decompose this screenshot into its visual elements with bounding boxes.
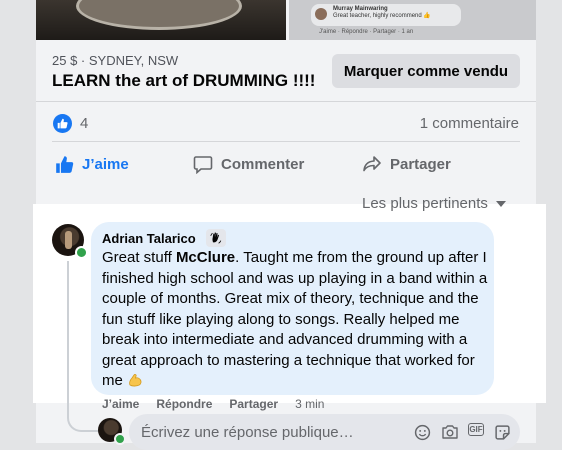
comment-body: Great stuff McClure. Taught me from the … (102, 248, 488, 392)
listing-price-location: 25 $ · SYDNEY, NSW (52, 53, 179, 68)
preview-avatar (315, 8, 327, 20)
comment-timestamp[interactable]: 3 min (295, 397, 324, 411)
thread-line (67, 261, 69, 416)
like-count[interactable]: 4 (80, 115, 88, 132)
sort-comments-dropdown[interactable]: Les plus pertinents (362, 195, 506, 212)
comment-share-button[interactable]: Partager (229, 397, 278, 411)
gif-icon[interactable]: GIF (468, 423, 484, 436)
comment-mention[interactable]: McClure (176, 249, 235, 266)
reply-placeholder: Écrivez une réponse publique… (141, 423, 354, 441)
like-label: J’aime (82, 155, 129, 173)
online-status-dot (75, 246, 88, 259)
share-label: Partager (390, 155, 451, 173)
like-reaction-icon[interactable] (53, 114, 72, 133)
comment-like-button[interactable]: J’aime (102, 397, 139, 411)
mark-as-sold-button[interactable]: Marquer comme vendu (332, 54, 520, 88)
reply-avatar[interactable] (98, 418, 126, 445)
comment-actions: J’aime Répondre Partager 3 min (102, 397, 341, 411)
preview-comment: Murray Mainwaring Great teacher, highly … (311, 4, 461, 26)
comment-bubble: Adrian Talarico Great stuff McClure. Tau… (91, 222, 494, 395)
comment-label: Commenter (221, 155, 305, 173)
comment-text-rest: . Taught me from the ground up after I f… (102, 249, 488, 389)
divider (52, 141, 520, 142)
share-icon (363, 155, 381, 171)
comment-icon (193, 155, 213, 174)
comment-button[interactable]: Commenter (193, 152, 304, 176)
listing-photos[interactable]: Murray Mainwaring Great teacher, highly … (36, 0, 536, 40)
listing-photo-screenshot[interactable]: Murray Mainwaring Great teacher, highly … (289, 0, 536, 40)
commenter-avatar[interactable] (52, 224, 88, 259)
drum-image (76, 0, 242, 30)
listing-photo-drum[interactable] (36, 0, 286, 40)
online-status-dot (114, 433, 126, 445)
divider (36, 101, 536, 102)
smiley-icon[interactable] (412, 423, 432, 441)
like-button[interactable]: J’aime (55, 152, 129, 176)
chevron-down-icon (495, 200, 506, 207)
comment-author[interactable]: Adrian Talarico (102, 231, 196, 246)
comment-text-start: Great stuff (102, 249, 176, 266)
preview-comment-text: Great teacher, highly recommend 👍 (333, 13, 431, 19)
share-button[interactable]: Partager (362, 152, 451, 176)
thumbs-up-icon (56, 155, 74, 173)
flexed-arm-emoji-icon (129, 374, 142, 387)
sticker-icon[interactable] (492, 423, 512, 441)
preview-comment-author: Murray Mainwaring (333, 6, 388, 12)
comment-count[interactable]: 1 commentaire (420, 115, 519, 132)
avatar-figure (65, 231, 72, 249)
wave-badge-icon[interactable] (205, 229, 226, 247)
thread-connector (67, 402, 99, 432)
reply-input[interactable]: Écrivez une réponse publique… GIF (129, 414, 520, 450)
comment-reply-button[interactable]: Répondre (156, 397, 212, 411)
listing-title[interactable]: LEARN the art of DRUMMING !!!! (52, 71, 315, 91)
preview-comment-actions: J'aime · Répondre · Partager · 1 an (319, 29, 414, 35)
reply-tools: GIF (404, 423, 512, 441)
sort-label: Les plus pertinents (362, 195, 488, 212)
camera-icon[interactable] (440, 423, 460, 441)
